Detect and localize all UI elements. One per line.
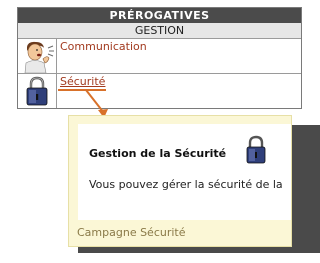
securite-link[interactable]: Sécurité — [60, 75, 105, 88]
icon-cell — [18, 74, 57, 108]
list-item-securite: Sécurité — [18, 74, 301, 108]
tooltip-popup: Gestion de la Sécurité Vous pouvez gérer… — [68, 115, 292, 247]
communication-link[interactable]: Communication — [60, 40, 147, 53]
popup-content: Gestion de la Sécurité Vous pouvez gérer… — [78, 124, 291, 220]
icon-cell — [18, 39, 57, 74]
person-speaking-icon — [24, 41, 54, 74]
padlock-icon — [246, 135, 266, 164]
panel-title: PRÉROGATIVES — [18, 8, 301, 23]
list-item-communication: Communication — [18, 39, 301, 74]
padlock-icon — [26, 76, 48, 106]
popup-text: Vous pouvez gérer la sécurité de la — [89, 178, 283, 191]
campaign-link[interactable]: Campagne Sécurité — [77, 226, 186, 239]
panel-subtitle: GESTION — [18, 23, 301, 39]
popup-title: Gestion de la Sécurité — [89, 147, 227, 160]
prerogatives-panel: PRÉROGATIVES GESTION Communication Sécur… — [17, 7, 302, 109]
